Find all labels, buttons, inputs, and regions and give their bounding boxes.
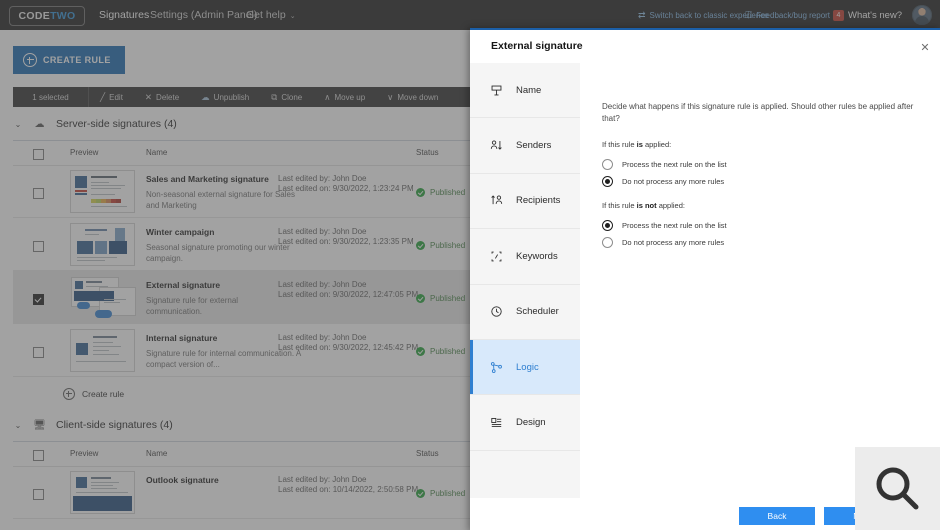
- sidebar-item-label: Logic: [516, 361, 539, 373]
- logic-description: Decide what happens if this signature ru…: [602, 102, 914, 123]
- logic-icon: [490, 361, 503, 374]
- radio-icon: [602, 159, 613, 170]
- magnifier-icon: [855, 447, 940, 530]
- close-icon[interactable]: ✕: [917, 39, 933, 55]
- label-pre: If this rule: [602, 140, 637, 149]
- sidebar-item-label: Recipients: [516, 195, 561, 207]
- radio-label: Do not process any more rules: [622, 238, 725, 247]
- clock-icon: [490, 305, 503, 318]
- modal-main-panel: Decide what happens if this signature ru…: [580, 63, 940, 498]
- section-label-applied: If this rule is applied:: [602, 140, 671, 149]
- recipients-icon: [490, 194, 503, 207]
- label-bold: is not: [636, 201, 657, 210]
- sidebar-item-logic[interactable]: Logic: [470, 339, 580, 396]
- label-pre: If this rule: [602, 201, 637, 210]
- sidebar-item-design[interactable]: Design: [470, 395, 580, 451]
- radio-not-applied-process-next[interactable]: Process the next rule on the list: [602, 220, 727, 231]
- section-label-not-applied: If this rule is not applied:: [602, 201, 685, 210]
- back-button[interactable]: Back: [739, 507, 815, 525]
- label-post: applied:: [656, 201, 685, 210]
- radio-label: Process the next rule on the list: [622, 221, 727, 230]
- senders-icon: [490, 139, 503, 152]
- sidebar-item-scheduler[interactable]: Scheduler: [470, 285, 580, 340]
- modal-title: External signature: [491, 40, 583, 52]
- sidebar-item-label: Keywords: [516, 250, 558, 262]
- sidebar-item-senders[interactable]: Senders: [470, 118, 580, 174]
- sidebar-item-label: Name: [516, 84, 542, 96]
- radio-applied-stop[interactable]: Do not process any more rules: [602, 176, 724, 187]
- modal-body: Name Senders Recipients Keywords Schedul…: [470, 63, 940, 498]
- radio-icon-selected: [602, 176, 613, 187]
- sidebar-item-keywords[interactable]: Keywords: [470, 229, 580, 285]
- sidebar-item-recipients[interactable]: Recipients: [470, 174, 580, 230]
- radio-applied-process-next[interactable]: Process the next rule on the list: [602, 159, 727, 170]
- design-icon: [490, 416, 503, 429]
- modal-header: External signature ✕: [470, 30, 940, 63]
- sidebar-item-label: Senders: [516, 140, 552, 152]
- radio-not-applied-stop[interactable]: Do not process any more rules: [602, 237, 724, 248]
- radio-icon: [602, 237, 613, 248]
- sidebar-item-label: Design: [516, 417, 546, 429]
- keywords-icon: [490, 250, 503, 263]
- radio-icon-selected: [602, 220, 613, 231]
- sidebar-item-name[interactable]: Name: [470, 63, 580, 119]
- label-post: applied:: [642, 140, 672, 149]
- radio-label: Do not process any more rules: [622, 177, 725, 186]
- signpost-icon: [490, 84, 503, 97]
- radio-label: Process the next rule on the list: [622, 160, 727, 169]
- sidebar-item-label: Scheduler: [516, 306, 559, 318]
- modal-step-nav: Name Senders Recipients Keywords Schedul…: [470, 63, 581, 498]
- app-root: CODETWO Signatures Settings (Admin Panel…: [0, 0, 940, 530]
